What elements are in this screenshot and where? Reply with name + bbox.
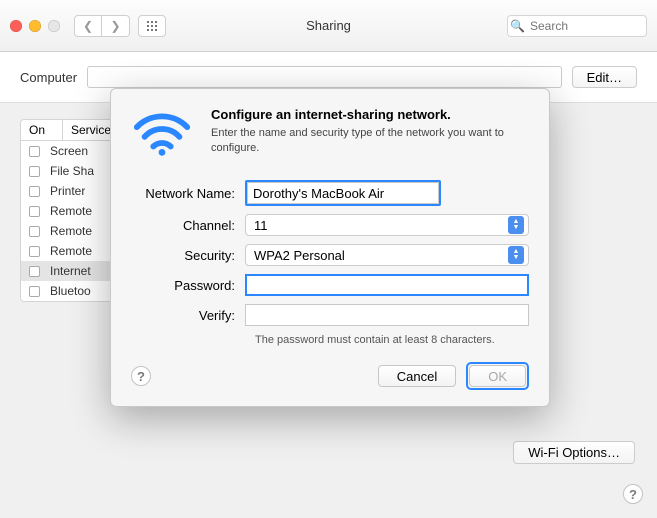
- zoom-window-button[interactable]: [48, 20, 60, 32]
- col-on: On: [21, 120, 63, 140]
- service-checkbox[interactable]: [29, 206, 40, 217]
- search-icon: 🔍: [510, 19, 525, 33]
- sheet-subheading: Enter the name and security type of the …: [211, 126, 529, 157]
- security-dropdown[interactable]: WPA2 Personal▲▼: [245, 244, 529, 266]
- service-label: Remote: [50, 224, 92, 238]
- nav-buttons: ❮ ❯: [74, 15, 130, 37]
- service-checkbox[interactable]: [29, 146, 40, 157]
- network-name-input[interactable]: [247, 182, 439, 204]
- configure-sheet: Configure an internet-sharing network. E…: [110, 88, 550, 407]
- verify-input[interactable]: [245, 304, 529, 326]
- channel-label: Channel:: [131, 218, 245, 233]
- service-label: File Sha: [50, 164, 94, 178]
- chevron-updown-icon: ▲▼: [508, 246, 524, 264]
- edit-button[interactable]: Edit…: [572, 66, 637, 88]
- help-button[interactable]: ?: [623, 484, 643, 504]
- service-label: Internet: [50, 264, 91, 278]
- service-label: Printer: [50, 184, 85, 198]
- close-window-button[interactable]: [10, 20, 22, 32]
- search-input[interactable]: [507, 15, 647, 37]
- service-label: Remote: [50, 244, 92, 258]
- ok-button[interactable]: OK: [469, 365, 526, 387]
- sheet-heading: Configure an internet-sharing network.: [211, 107, 529, 122]
- service-checkbox[interactable]: [29, 226, 40, 237]
- show-all-button[interactable]: [138, 15, 166, 37]
- channel-dropdown[interactable]: 11▲▼: [245, 214, 529, 236]
- verify-label: Verify:: [131, 308, 245, 323]
- service-checkbox[interactable]: [29, 166, 40, 177]
- sheet-help-button[interactable]: ?: [131, 366, 151, 386]
- forward-button[interactable]: ❯: [102, 15, 130, 37]
- minimize-window-button[interactable]: [29, 20, 41, 32]
- traffic-lights: [10, 20, 60, 32]
- password-hint: The password must contain at least 8 cha…: [255, 334, 529, 346]
- network-name-label: Network Name:: [131, 186, 245, 201]
- grid-icon: [146, 20, 158, 32]
- computer-name-input[interactable]: [87, 66, 562, 88]
- security-label: Security:: [131, 248, 245, 263]
- password-input[interactable]: [245, 274, 529, 296]
- service-checkbox[interactable]: [29, 186, 40, 197]
- content-area: Computer Edit… On Service ScreenFile Sha…: [0, 52, 657, 518]
- computer-name-label: Computer: [20, 70, 77, 85]
- service-label: Bluetoo: [50, 284, 91, 298]
- service-checkbox[interactable]: [29, 286, 40, 297]
- service-checkbox[interactable]: [29, 266, 40, 277]
- password-label: Password:: [131, 278, 245, 293]
- window-toolbar: ❮ ❯ Sharing 🔍: [0, 0, 657, 52]
- cancel-button[interactable]: Cancel: [378, 365, 456, 387]
- wifi-options-button[interactable]: Wi-Fi Options…: [513, 441, 635, 464]
- back-button[interactable]: ❮: [74, 15, 102, 37]
- wifi-icon: [131, 107, 193, 162]
- chevron-updown-icon: ▲▼: [508, 216, 524, 234]
- service-label: Screen: [50, 144, 88, 158]
- service-checkbox[interactable]: [29, 246, 40, 257]
- service-label: Remote: [50, 204, 92, 218]
